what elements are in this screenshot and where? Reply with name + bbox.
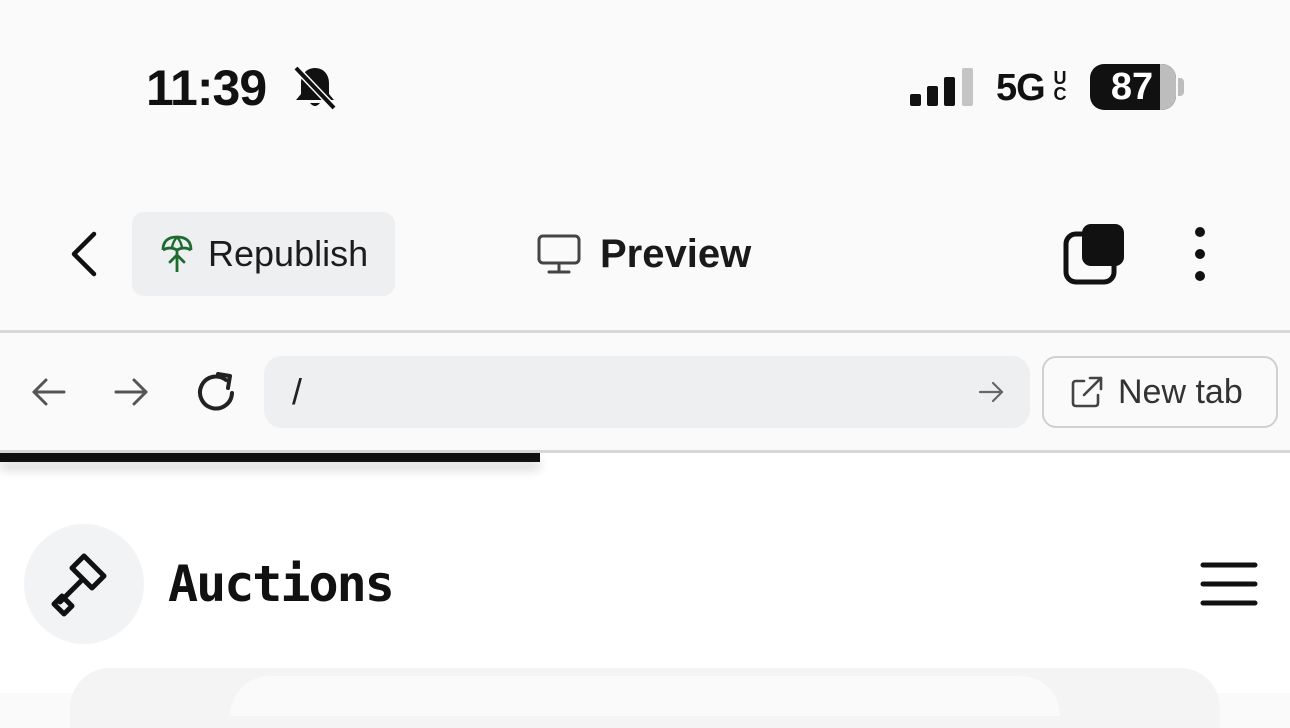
reload-icon[interactable]	[192, 368, 242, 418]
more-vertical-icon[interactable]	[1180, 224, 1220, 284]
battery-level: 87	[1110, 66, 1154, 108]
republish-label: Republish	[208, 233, 369, 274]
tabs-icon[interactable]	[1062, 222, 1126, 286]
chevron-left-icon[interactable]	[60, 224, 112, 284]
network-label: 5G	[996, 67, 1046, 109]
bell-slash-icon	[293, 65, 337, 111]
content-card-inner	[230, 676, 1060, 716]
url-value: /	[292, 371, 303, 412]
preview-toggle[interactable]: Preview	[536, 224, 751, 284]
parachute-icon	[161, 235, 193, 272]
republish-button[interactable]: Republish	[132, 212, 395, 296]
status-time: 11:39	[146, 60, 267, 116]
battery-nub	[1178, 78, 1184, 96]
site-title[interactable]: Auctions	[168, 552, 395, 616]
preview-label: Preview	[600, 231, 752, 276]
hamburger-menu-icon[interactable]	[1200, 560, 1258, 608]
monitor-icon	[537, 234, 581, 274]
gavel-icon	[51, 553, 107, 617]
url-input[interactable]: /	[264, 356, 1030, 428]
arrow-right-icon[interactable]	[112, 372, 152, 412]
go-arrow-icon[interactable]	[976, 377, 1006, 407]
network-badge: UC	[1053, 68, 1067, 104]
new-tab-label: New tab	[1118, 372, 1243, 411]
loading-progress-bar	[0, 453, 540, 462]
arrow-left-icon[interactable]	[28, 372, 68, 412]
external-link-icon	[1071, 376, 1103, 408]
new-tab-button[interactable]: New tab	[1042, 356, 1278, 428]
signal-icon	[910, 68, 973, 106]
